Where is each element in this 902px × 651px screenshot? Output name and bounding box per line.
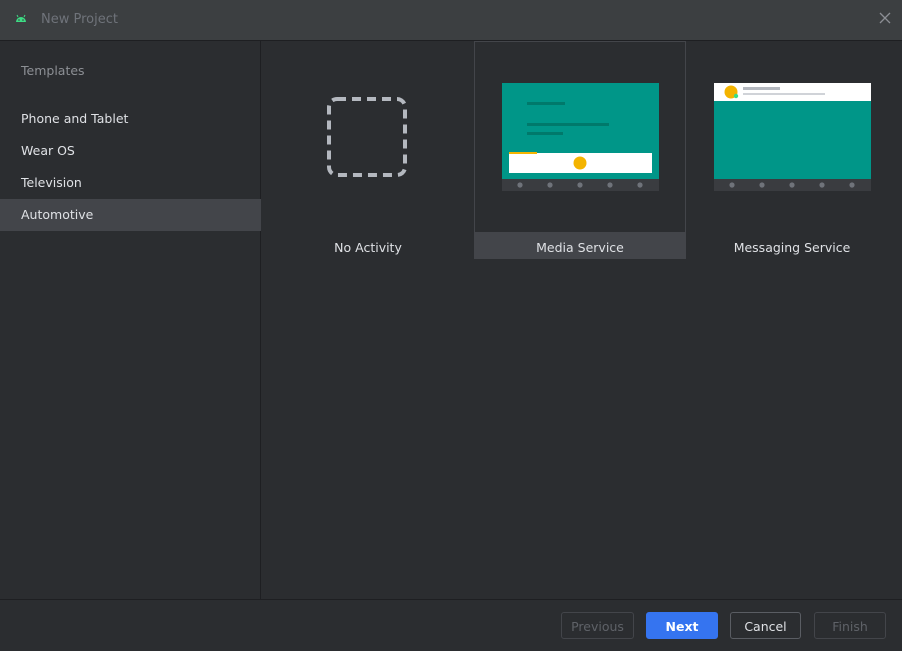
sidebar-item-label: Automotive: [21, 207, 94, 222]
template-card-no-activity[interactable]: No Activity: [262, 41, 474, 259]
sidebar-item-wear-os[interactable]: Wear OS: [0, 135, 261, 167]
next-button[interactable]: Next: [646, 612, 718, 639]
title-bar: New Project: [0, 0, 902, 41]
finish-button[interactable]: Finish: [814, 612, 886, 639]
template-card-messaging-service[interactable]: Messaging Service: [686, 41, 898, 259]
cancel-button[interactable]: Cancel: [730, 612, 801, 639]
templates-sidebar: Templates Phone and Tablet Wear OS Telev…: [0, 41, 261, 599]
sidebar-item-label: Television: [21, 175, 82, 190]
dialog-footer: Previous Next Cancel Finish: [0, 599, 902, 651]
templates-section-label: Templates: [21, 63, 85, 78]
close-icon[interactable]: [878, 11, 892, 25]
template-label: No Activity: [334, 240, 402, 255]
sidebar-item-phone-and-tablet[interactable]: Phone and Tablet: [0, 103, 261, 135]
sidebar-item-television[interactable]: Television: [0, 167, 261, 199]
previous-button[interactable]: Previous: [561, 612, 634, 639]
sidebar-item-label: Phone and Tablet: [21, 111, 129, 126]
window-title: New Project: [41, 12, 118, 27]
template-label: Media Service: [536, 240, 624, 255]
android-icon: [16, 14, 26, 22]
template-gallery: No Activity Media Service Messaging Serv…: [262, 41, 902, 599]
media-service-preview-icon: [502, 83, 659, 191]
messaging-service-preview-icon: [714, 83, 871, 191]
template-card-media-service[interactable]: Media Service: [474, 41, 686, 259]
sidebar-item-automotive[interactable]: Automotive: [0, 199, 261, 231]
dashed-placeholder-icon: [327, 97, 407, 177]
template-label: Messaging Service: [733, 240, 851, 255]
sidebar-item-label: Wear OS: [21, 143, 75, 158]
